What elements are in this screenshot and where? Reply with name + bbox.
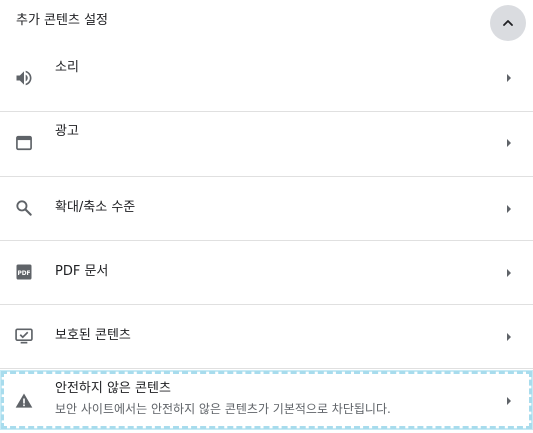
setting-row-ads[interactable]: 광고 (0, 112, 533, 176)
arrow-right-icon (504, 138, 514, 148)
protected-content-icon (14, 326, 34, 346)
setting-description-insecure-content: 보안 사이트에서는 안전하지 않은 콘텐츠가 기본적으로 차단됩니다. (55, 402, 391, 416)
setting-row-protected-content[interactable]: 보호된 콘텐츠 (0, 305, 533, 368)
setting-label-protected-content: 보호된 콘텐츠 (55, 328, 131, 343)
volume-icon (14, 68, 34, 88)
setting-label-ads: 광고 (55, 124, 79, 139)
arrow-right-icon (504, 204, 514, 214)
setting-label-insecure-content: 안전하지 않은 콘텐츠 (55, 381, 171, 396)
section-title: 추가 콘텐츠 설정 (16, 13, 108, 28)
setting-label-pdf: PDF 문서 (55, 264, 109, 279)
setting-label-sound: 소리 (55, 60, 79, 75)
window-icon (14, 133, 34, 153)
arrow-right-icon (504, 268, 514, 278)
setting-row-sound[interactable]: 소리 (0, 48, 533, 111)
divider (0, 368, 533, 369)
setting-row-insecure-content[interactable]: 안전하지 않은 콘텐츠 보안 사이트에서는 안전하지 않은 콘텐츠가 기본적으로… (0, 370, 533, 430)
arrow-right-icon (504, 73, 514, 83)
collapse-button[interactable] (490, 5, 526, 41)
pdf-icon: PDF (14, 262, 34, 282)
setting-label-zoom: 확대/축소 수준 (55, 200, 136, 215)
setting-row-zoom[interactable]: 확대/축소 수준 (0, 177, 533, 240)
chevron-up-icon (503, 20, 513, 26)
arrow-right-icon (504, 396, 514, 406)
setting-row-pdf[interactable]: PDF PDF 문서 (0, 241, 533, 304)
search-icon (14, 198, 34, 218)
warning-icon (14, 391, 34, 411)
arrow-right-icon (504, 332, 514, 342)
section-header: 추가 콘텐츠 설정 (0, 0, 533, 46)
svg-text:PDF: PDF (17, 271, 30, 277)
